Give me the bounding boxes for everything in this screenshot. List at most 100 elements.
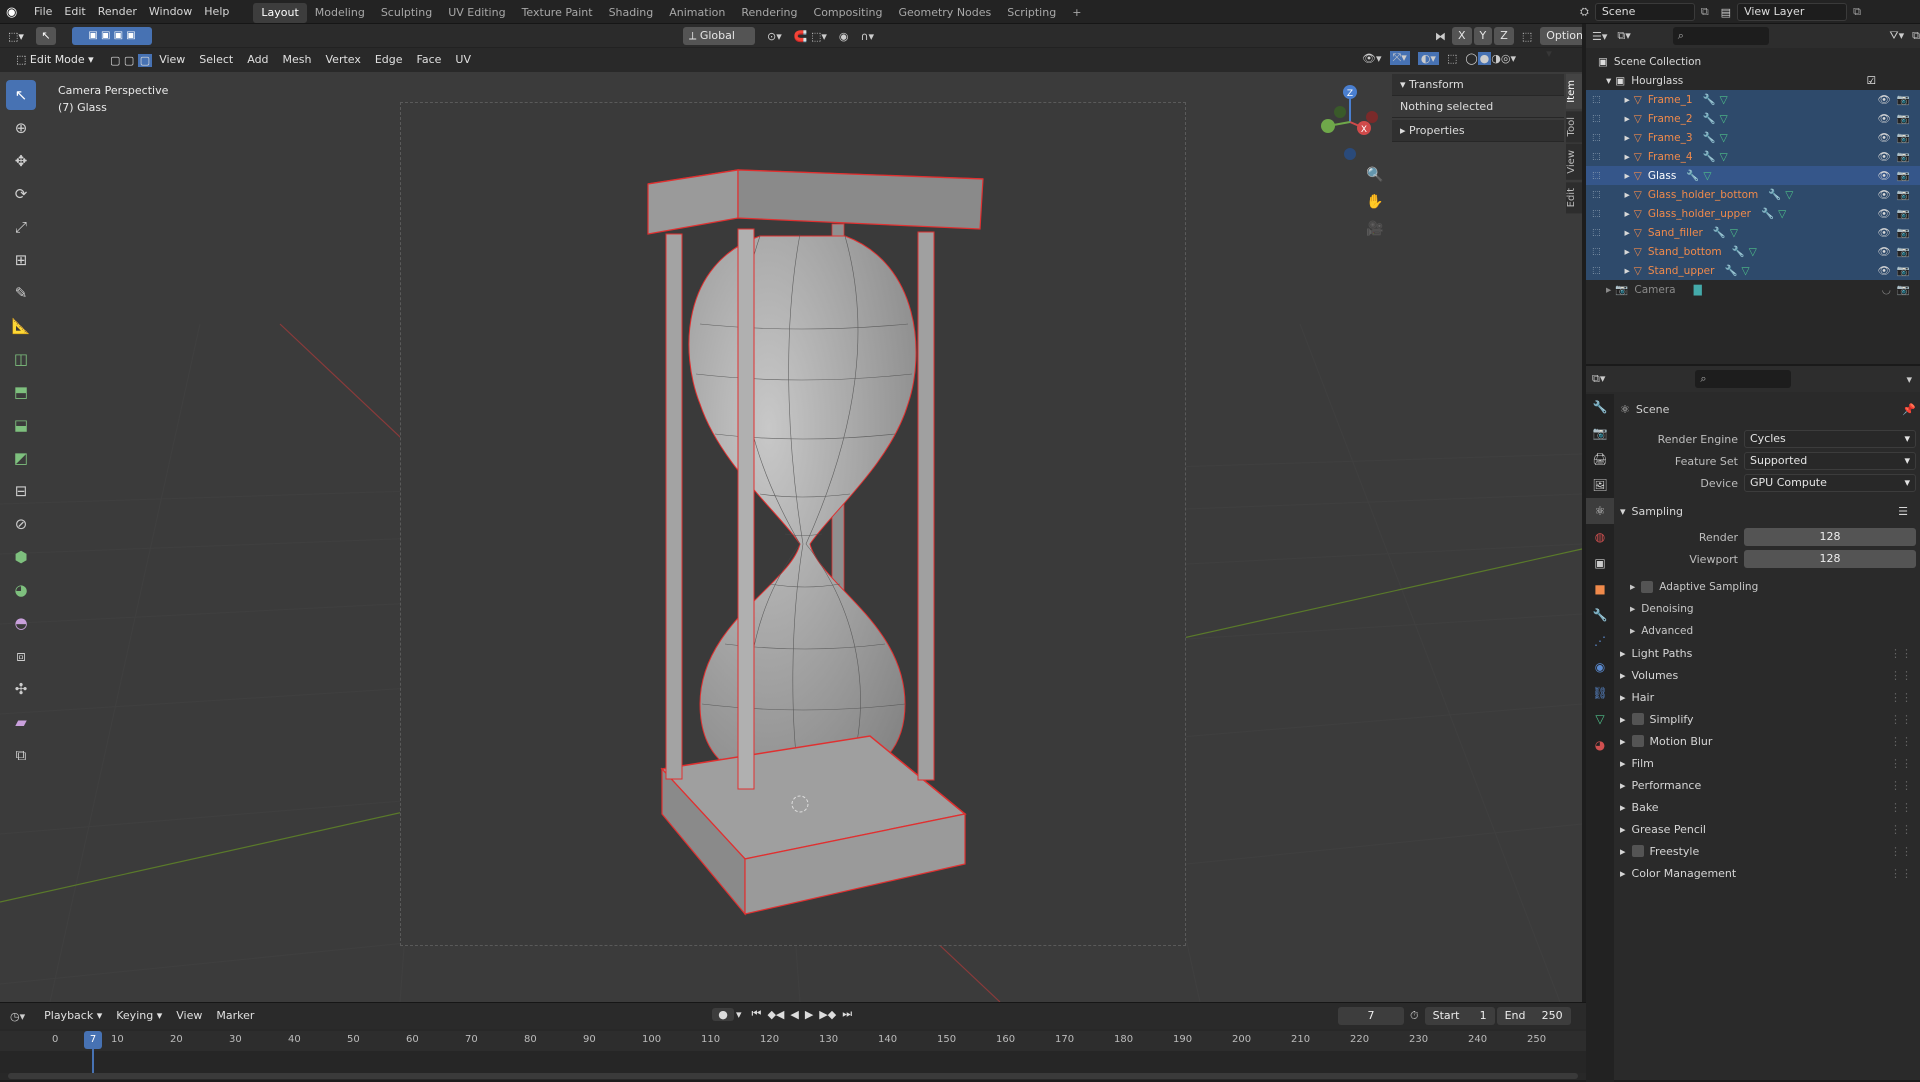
jump-end-icon[interactable]: ⏭ [842, 1007, 852, 1021]
tab-texture-paint[interactable]: Texture Paint [514, 3, 601, 23]
menu-uv[interactable]: UV [448, 48, 478, 72]
edit-mode-toggle-icon[interactable]: ⬚ [1592, 209, 1601, 219]
feature-set-dropdown[interactable]: Supported ▾ [1744, 452, 1916, 470]
editor-type-icon[interactable]: ⬚▾ [8, 30, 36, 43]
tab-scripting[interactable]: Scripting [999, 3, 1064, 23]
outliner-search-field[interactable]: ⌕ [1672, 27, 1770, 45]
section-performance[interactable]: ▸ Performance ⋮⋮ [1620, 774, 1916, 796]
shading-solid-icon[interactable]: ● [1477, 51, 1492, 65]
start-frame-field[interactable]: Start 1 [1424, 1007, 1495, 1025]
visibility-icon[interactable]: 👁 [1878, 226, 1891, 239]
view-layer-field[interactable]: View Layer [1737, 3, 1848, 21]
visibility-icon[interactable]: 👁 [1878, 188, 1891, 201]
render-toggle-icon[interactable]: 📷 [1897, 283, 1910, 296]
rotate-tool-icon[interactable]: ⟳ [6, 179, 36, 209]
inset-tool-icon[interactable]: ⬓ [6, 410, 36, 440]
tab-sculpting[interactable]: Sculpting [373, 3, 440, 23]
shrink-fatten-tool-icon[interactable]: ✣ [6, 674, 36, 704]
outliner-row-object[interactable]: ⬚ ▸ ▽ Sand_filler 🔧 ▽ 👁 📷 [1586, 223, 1920, 242]
render-toggle-icon[interactable]: 📷 [1897, 131, 1910, 144]
tab-geometry-nodes[interactable]: Geometry Nodes [890, 3, 999, 23]
new-view-layer-icon[interactable]: ⧉ [1853, 5, 1861, 19]
adaptive-sampling-subpanel[interactable]: ▸ Adaptive Sampling [1620, 576, 1916, 598]
menu-face[interactable]: Face [410, 48, 449, 72]
outliner-row-object[interactable]: ⬚ ▸ ▽ Stand_upper 🔧 ▽ 👁 📷 [1586, 261, 1920, 280]
outliner-row-object[interactable]: ⬚ ▸ ▽ Glass 🔧 ▽ 👁 📷 [1586, 166, 1920, 185]
shear-tool-icon[interactable]: ▰ [6, 707, 36, 737]
menu-view[interactable]: View [152, 48, 192, 72]
menu-mesh[interactable]: Mesh [276, 48, 319, 72]
select-box-tool-icon[interactable]: ↖ [6, 80, 36, 110]
auto-merge-icon[interactable]: ⬚ [1522, 30, 1532, 43]
outliner-row-object[interactable]: ⬚ ▸ ▽ Frame_4 🔧 ▽ 👁 📷 [1586, 147, 1920, 166]
visibility-icon[interactable]: 👁 [1878, 93, 1891, 106]
tab-shading[interactable]: Shading [601, 3, 662, 23]
drag-handle-icon[interactable]: ⋮⋮ [1890, 669, 1912, 682]
render-toggle-icon[interactable]: 📷 [1897, 169, 1910, 182]
playback-menu[interactable]: Playback ▾ [37, 1004, 109, 1028]
section-film[interactable]: ▸ Film ⋮⋮ [1620, 752, 1916, 774]
drag-handle-icon[interactable]: ⋮⋮ [1890, 801, 1912, 814]
extrude-tool-icon[interactable]: ⬒ [6, 377, 36, 407]
render-toggle-icon[interactable]: 📷 [1897, 112, 1910, 125]
display-mode-icon[interactable]: ⧉▾ [1617, 29, 1630, 43]
shading-wireframe-icon[interactable]: ◯ [1465, 52, 1477, 65]
bevel-tool-icon[interactable]: ◩ [6, 443, 36, 473]
visibility-icon[interactable]: 👁 [1878, 131, 1891, 144]
particles-tab-icon[interactable]: ⋰ [1586, 628, 1614, 654]
section-volumes[interactable]: ▸ Volumes ⋮⋮ [1620, 664, 1916, 686]
scene-field[interactable]: Scene [1594, 3, 1695, 21]
gizmo-toggle-icon[interactable]: ⤧▾ [1389, 51, 1410, 65]
tab-compositing[interactable]: Compositing [806, 3, 891, 23]
mirror-y-toggle[interactable]: Y [1473, 27, 1493, 45]
render-tab-icon[interactable]: 📷 [1586, 420, 1614, 446]
render-toggle-icon[interactable]: 📷 [1897, 245, 1910, 258]
properties-options-icon[interactable]: ▾ [1906, 373, 1912, 386]
measure-tool-icon[interactable]: 📐 [6, 311, 36, 341]
tab-item[interactable]: Item [1566, 74, 1582, 109]
presets-icon[interactable]: ☰ [1898, 505, 1908, 518]
outliner-row-object[interactable]: ⬚ ▸ ▽ Frame_2 🔧 ▽ 👁 📷 [1586, 109, 1920, 128]
loop-cut-tool-icon[interactable]: ⊟ [6, 476, 36, 506]
world-tab-icon[interactable]: ◍ [1586, 524, 1614, 550]
poly-build-tool-icon[interactable]: ⬢ [6, 542, 36, 572]
view-layer-tab-icon[interactable]: 🖼 [1586, 472, 1614, 498]
pan-hand-icon[interactable]: ✋ [1363, 189, 1387, 216]
exclude-checkbox[interactable]: ☑ [1867, 75, 1876, 87]
section-checkbox[interactable] [1631, 845, 1644, 857]
timeline-scrollbar[interactable] [8, 1073, 1578, 1079]
mirror-icon[interactable]: ⧓ [1435, 30, 1446, 43]
cursor-tool-icon[interactable]: ⊕ [6, 113, 36, 143]
section-simplify[interactable]: ▸ Simplify ⋮⋮ [1620, 708, 1916, 730]
falloff-icon[interactable]: ∩▾ [860, 30, 874, 43]
playhead[interactable]: 7 [84, 1031, 102, 1049]
visibility-icon[interactable]: 👁 [1878, 207, 1891, 220]
transform-panel-header[interactable]: ▾ Transform [1392, 74, 1564, 96]
scene-tab-icon[interactable]: ⚛ [1586, 498, 1614, 524]
tab-rendering[interactable]: Rendering [733, 3, 805, 23]
object-tab-icon[interactable]: ■ [1586, 576, 1614, 602]
timeline-area[interactable] [0, 1051, 1586, 1073]
visibility-icon[interactable]: 👁 [1878, 150, 1891, 163]
shading-rendered-icon[interactable]: ◎▾ [1501, 52, 1516, 65]
overlay-toggle-icon[interactable]: ◐▾ [1417, 51, 1439, 65]
outliner-row-object[interactable]: ⬚ ▸ ▽ Glass_holder_upper 🔧 ▽ 👁 📷 [1586, 204, 1920, 223]
visibility-icon[interactable]: 👁 [1878, 245, 1891, 258]
drag-handle-icon[interactable]: ⋮⋮ [1890, 757, 1912, 770]
drag-handle-icon[interactable]: ⋮⋮ [1890, 779, 1912, 792]
snap-icon[interactable]: 🧲 ⬚▾ [794, 30, 827, 43]
selection-mode-group[interactable]: ▣ ▣ ▣ ▣ [72, 27, 152, 45]
hourglass-model[interactable] [0, 24, 1582, 1002]
menu-edit[interactable]: Edit [58, 0, 91, 24]
view-layer-icon[interactable]: ▤ [1721, 6, 1731, 19]
spin-tool-icon[interactable]: ◕ [6, 575, 36, 605]
modifier-tab-icon[interactable]: 🔧 [1586, 602, 1614, 628]
current-frame-field[interactable]: 7 [1338, 1007, 1404, 1025]
drag-handle-icon[interactable]: ⋮⋮ [1890, 845, 1912, 858]
drag-handle-icon[interactable]: ⋮⋮ [1890, 647, 1912, 660]
add-cube-tool-icon[interactable]: ◫ [6, 344, 36, 374]
add-workspace-button[interactable]: + [1064, 3, 1089, 23]
menu-render[interactable]: Render [92, 0, 143, 24]
denoising-subpanel[interactable]: ▸ Denoising [1620, 598, 1916, 620]
edit-mode-toggle-icon[interactable]: ⬚ [1592, 133, 1601, 143]
